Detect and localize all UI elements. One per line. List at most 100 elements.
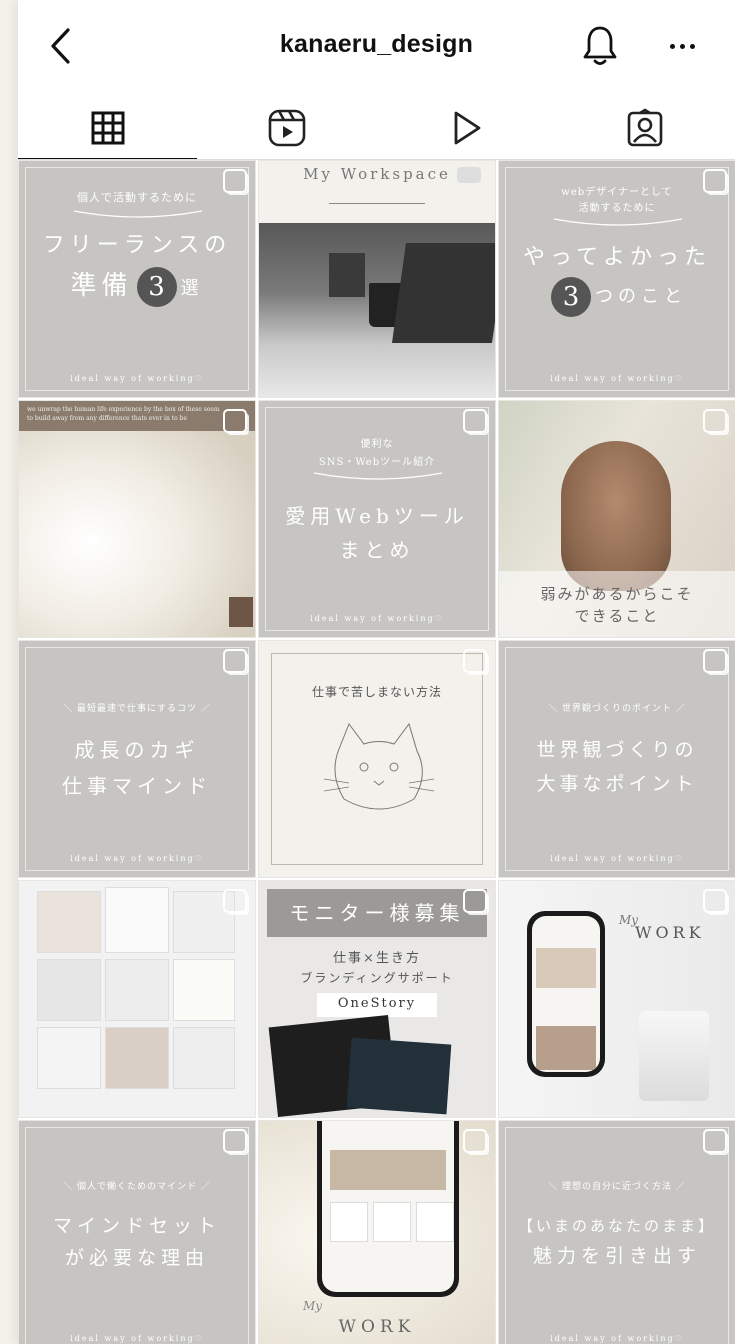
- screen-card: [416, 1202, 454, 1242]
- post-tile-bring-out-charm[interactable]: ＼ 理想の自分に近づく方法 ／ 【いまのあなたのまま】 魅力を引き出す idea…: [498, 1120, 735, 1344]
- post-subtitle: ブランディングサポート: [300, 971, 454, 985]
- carousel-icon: [463, 409, 487, 433]
- banner-text: モニター様募集: [289, 901, 465, 925]
- post-tile-fabric-photo[interactable]: we unwrap the human life experience by t…: [18, 400, 256, 638]
- dot-icon: [680, 44, 685, 49]
- post-tile-weakness[interactable]: 弱みがあるからこそ できること: [498, 400, 735, 638]
- more-options-button[interactable]: [666, 30, 706, 60]
- fabric-photo: [19, 401, 255, 637]
- post-title-line2: が必要な理由: [64, 1247, 209, 1269]
- post-title-line2: 仕事マインド: [62, 774, 212, 798]
- post-tile-web-tools[interactable]: 便利な SNS・Webツール紹介 愛用Webツール まとめ ideal way …: [258, 400, 496, 638]
- number-badge: 3: [551, 277, 591, 317]
- grid-icon: [91, 111, 125, 144]
- post-title-line1: やってよかった: [523, 245, 711, 270]
- post-title-line2: 大事なポイント: [536, 773, 698, 795]
- dot-icon: [690, 44, 695, 49]
- caption-line1: 弱みがあるからこそ: [540, 585, 694, 603]
- wave-line: [553, 218, 683, 226]
- post-tile-growth-mindset[interactable]: ＼ 最短最速で仕事にするコツ ／ 成長のカギ 仕事マインド ideal way …: [18, 640, 256, 878]
- carousel-icon: [703, 1129, 727, 1153]
- post-footer: ideal way of working♡: [70, 854, 204, 863]
- brand-text: OneStory: [337, 996, 417, 1011]
- post-title: 仕事で苦しまない方法: [311, 685, 442, 699]
- post-title-line1: フリーランスの: [42, 233, 232, 258]
- play-icon: [454, 111, 481, 144]
- post-title-line1: 世界観づくりの: [536, 739, 698, 761]
- tab-reels[interactable]: [197, 95, 376, 160]
- post-tile-my-work-phone[interactable]: My WORK: [498, 880, 735, 1118]
- post-tile-worldview[interactable]: ＼ 世界観づくりのポイント ／ 世界観づくりの 大事なポイント ideal wa…: [498, 640, 735, 878]
- carousel-icon: [223, 889, 247, 913]
- person-hair-shape: [561, 441, 671, 591]
- reels-icon: [268, 109, 306, 146]
- tab-videos[interactable]: [377, 95, 556, 160]
- profile-tabs: [18, 95, 735, 160]
- post-tile-monitor-recruit[interactable]: モニター様募集 仕事×生き方 ブランディングサポート OneStory: [258, 880, 496, 1118]
- bell-icon: [583, 26, 617, 65]
- post-subtitle: 便利な: [360, 439, 394, 450]
- tagged-person-icon: [628, 107, 663, 146]
- post-tile-mindset[interactable]: ＼ 個人で働くためのマインド ／ マインドセット が必要な理由 ideal wa…: [18, 1120, 256, 1344]
- collage-item: [173, 959, 235, 1021]
- post-subtitle: 仕事×生き方: [333, 951, 421, 966]
- post-grid: 個人で活動するために フリーランスの 準備 3 選 ideal way of wor…: [18, 160, 735, 1344]
- work-text: WORK: [338, 1317, 416, 1337]
- desk-photo: [259, 223, 495, 397]
- divider-line: [329, 203, 425, 204]
- post-subtitle: ＼ 理想の自分に近づく方法 ／: [548, 1182, 686, 1192]
- post-subtitle: ＼ 世界観づくりのポイント ／: [548, 704, 686, 714]
- post-tile-my-workspace[interactable]: My Workspace: [258, 160, 496, 398]
- collage-item: [37, 1027, 101, 1089]
- app-frame: kanaeru_design 個人で活動するために フリーランスの 準備 3 選…: [18, 0, 735, 1344]
- work-text: WORK: [635, 923, 705, 942]
- carousel-icon: [463, 1129, 487, 1153]
- script-text: My: [303, 1299, 323, 1313]
- profile-username: kanaeru_design: [279, 30, 474, 58]
- post-footer: ideal way of working♡: [70, 1334, 204, 1343]
- collage-item: [173, 1027, 235, 1089]
- collage-item: [105, 959, 169, 1021]
- post-title-line2: 魅力を引き出す: [532, 1245, 701, 1267]
- post-subtitle: 個人で活動するために: [77, 191, 197, 204]
- wave-line: [73, 210, 203, 218]
- screen-card: [373, 1202, 411, 1242]
- post-tile-freelance-prep[interactable]: 個人で活動するために フリーランスの 準備 3 選 ideal way of wor…: [18, 160, 256, 398]
- post-tile-no-suffering[interactable]: 仕事で苦しまない方法: [258, 640, 496, 878]
- screen-image: [536, 1026, 596, 1070]
- post-footer: ideal way of working♡: [550, 1334, 684, 1343]
- post-footer: ideal way of working♡: [310, 614, 444, 623]
- tab-grid[interactable]: [18, 95, 198, 160]
- phone-mockup: [527, 911, 605, 1077]
- phone-screen: [322, 1121, 454, 1292]
- post-subtitle: SNS・Webツール紹介: [318, 457, 436, 468]
- carousel-icon: [223, 649, 247, 673]
- post-subtitle: ＼ 最短最速で仕事にするコツ ／: [63, 704, 211, 714]
- play-badge-icon: [457, 167, 481, 183]
- photo-overlay-text: we unwrap the human life experience by t…: [27, 406, 220, 422]
- carousel-icon: [703, 649, 727, 673]
- post-title-line2: まとめ: [339, 538, 415, 562]
- post-footer: ideal way of working♡: [550, 374, 684, 383]
- number-badge: 3: [136, 267, 177, 307]
- post-footer: ideal way of working♡: [70, 374, 204, 383]
- post-title-word: 選: [180, 278, 204, 299]
- collage-item: [37, 959, 101, 1021]
- carousel-icon: [463, 889, 487, 913]
- collage-item: [105, 1027, 169, 1089]
- post-tile-portfolio-collage[interactable]: [18, 880, 256, 1118]
- post-tile-three-things[interactable]: webデザイナーとして 活動するために やってよかった 3 つのこと ideal …: [498, 160, 735, 398]
- caption-line2: できること: [574, 607, 660, 625]
- phone-mockup: [317, 1121, 459, 1297]
- post-title-line2: 準備 3 選: [19, 267, 255, 308]
- post-subtitle: 活動するために: [578, 203, 656, 214]
- tab-tagged[interactable]: [556, 95, 735, 160]
- collage-item: [37, 891, 101, 953]
- card-shape: [229, 597, 253, 627]
- carousel-icon: [223, 409, 247, 433]
- post-tile-my-work-site[interactable]: My WORK: [258, 1120, 496, 1344]
- screen-image: [536, 948, 596, 988]
- post-title-word: 準備: [70, 271, 133, 301]
- vase-shape: [639, 1011, 709, 1101]
- notifications-button[interactable]: [580, 24, 620, 68]
